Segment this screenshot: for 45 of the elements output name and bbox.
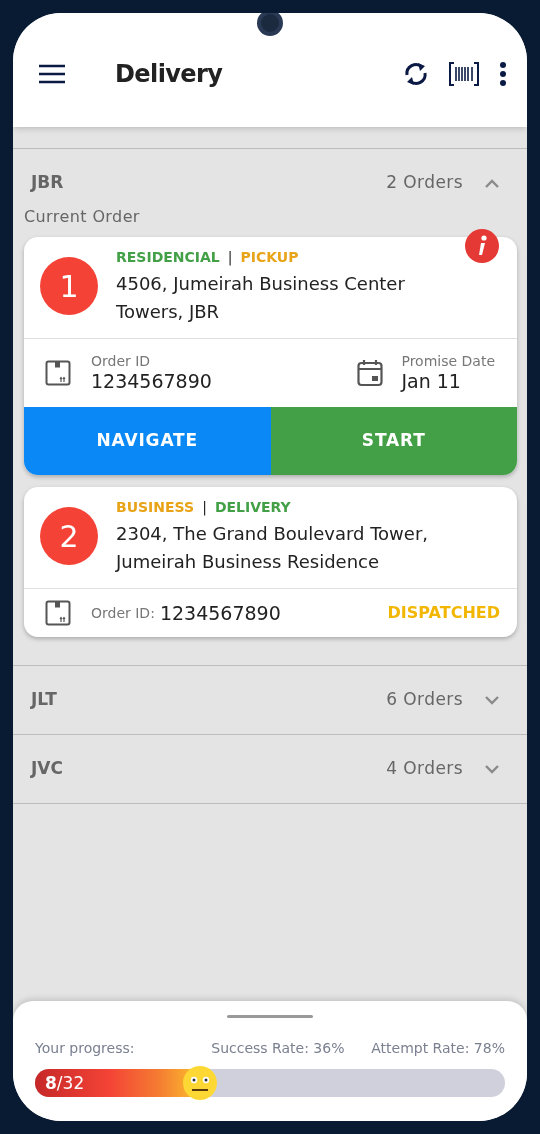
order-count: 2 Orders (386, 171, 463, 195)
order-address: 4506, Jumeirah Business Center Towers, JBR (116, 272, 406, 324)
tag-separator: | (202, 498, 207, 518)
order-number: 1 (40, 257, 98, 315)
order-id-label: Order ID: (91, 603, 155, 623)
promise-date: Jan 11 (401, 369, 462, 393)
attempt-rate: Attempt Rate: 78% (371, 1039, 505, 1058)
start-button[interactable]: START (270, 407, 517, 475)
progress-label: Your progress: (35, 1039, 135, 1058)
order-tag: RESIDENCIAL (116, 247, 220, 268)
chevron-down-icon[interactable] (485, 695, 499, 705)
order-tag: DELIVERY (214, 497, 291, 518)
order-count: 4 Orders (386, 757, 463, 781)
order-status: DISPATCHED (387, 602, 500, 624)
menu-icon[interactable] (39, 64, 65, 84)
order-address: 2304, The Grand Boulevard Tower, Jumeirah Business Residence (116, 522, 429, 574)
order-id: 1234567890 (159, 600, 281, 626)
order-tag: BUSINESS (116, 497, 195, 518)
order-count: 6 Orders (386, 688, 463, 712)
order-id-label: Order ID (91, 353, 152, 369)
navigate-button[interactable]: NAVIGATE (24, 407, 271, 475)
more-icon[interactable] (499, 62, 507, 86)
progress-count: 8/32 (45, 1072, 85, 1094)
package-icon (45, 360, 71, 386)
group-name: JBR (31, 171, 64, 195)
drag-handle[interactable] (227, 1015, 313, 1018)
barcode-scan-icon[interactable] (449, 62, 479, 86)
order-number: 2 (40, 507, 98, 565)
order-id: 1234567890 (91, 369, 212, 393)
camera-icon (257, 13, 283, 36)
tag-separator: | (227, 248, 233, 268)
neutral-face-icon (182, 1066, 217, 1100)
info-icon[interactable] (465, 229, 499, 263)
chevron-down-icon[interactable] (485, 764, 499, 774)
app-title: Delivery (115, 59, 223, 90)
group-name: JVC (31, 757, 63, 781)
package-icon (45, 600, 71, 626)
promise-date-label: Promise Date (401, 353, 495, 369)
success-rate: Success Rate: 36% (211, 1039, 345, 1058)
calendar-icon (357, 359, 384, 387)
section-label: Current Order (24, 206, 141, 228)
chevron-up-icon[interactable] (485, 178, 499, 188)
order-tag: PICKUP (240, 247, 299, 268)
group-name: JLT (31, 688, 57, 712)
refresh-icon[interactable] (403, 60, 429, 88)
